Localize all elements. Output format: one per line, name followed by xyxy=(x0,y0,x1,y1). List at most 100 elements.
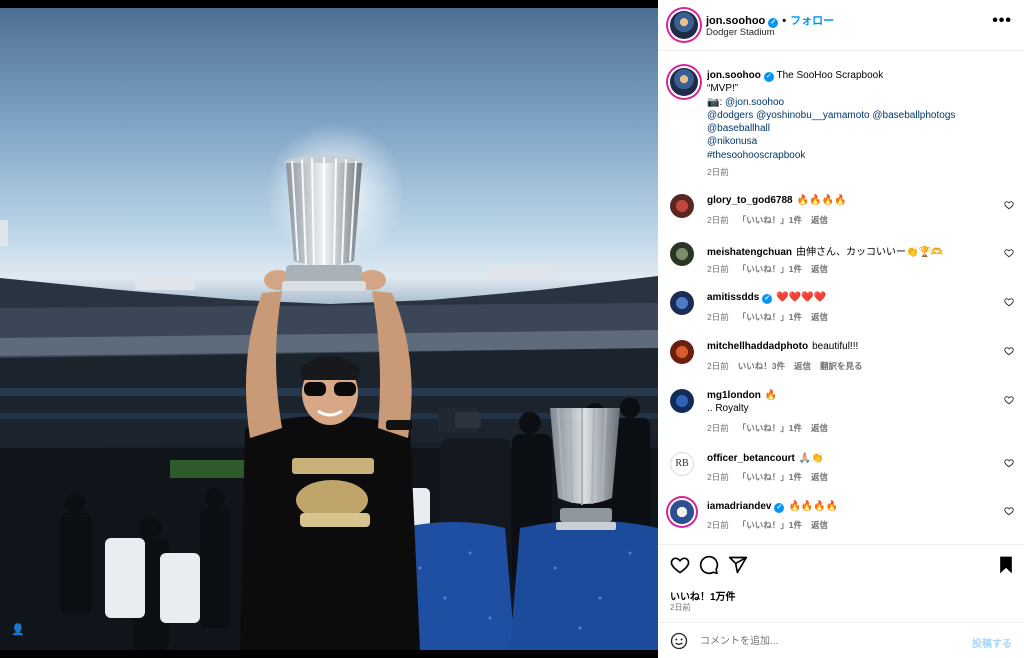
translate-button[interactable]: 翻訳を見る xyxy=(820,361,863,371)
comment-heart-icon[interactable] xyxy=(1004,458,1014,468)
photo-illustration xyxy=(0,123,658,650)
commenter-avatar[interactable] xyxy=(670,340,694,364)
post-side-panel: jon.soohoo ✓ • フォロー Dodger Stadium ••• jon.… xyxy=(658,0,1024,658)
comment-item: meishatengchuan 由伸さん、カッコいいー👏🏆🫶 2日前 「いいね！」1… xyxy=(658,238,1024,283)
caption-username[interactable]: jon.soohoo xyxy=(707,70,761,81)
comment-time[interactable]: 2日前 xyxy=(707,264,729,274)
comment-item: mg1london 🔥 .. Royalty 2日前 「いいね！」1件 返信 xyxy=(658,385,1024,433)
commenter-username[interactable]: mitchellhaddadphoto xyxy=(707,341,808,352)
reply-button[interactable]: 返信 xyxy=(811,472,828,482)
caption-hashtag[interactable]: #thesoohooscrapbook xyxy=(707,149,1007,162)
comment-time[interactable]: 2日前 xyxy=(707,472,729,482)
comment-text-line: meishatengchuan 由伸さん、カッコいいー👏🏆🫶 xyxy=(707,243,943,258)
comment-time[interactable]: 2日前 xyxy=(707,520,729,530)
reply-button[interactable]: 返信 xyxy=(794,361,811,371)
post-timestamp[interactable]: 2日前 xyxy=(670,602,690,613)
comment-text: beautiful!!! xyxy=(812,341,859,352)
user-tag-icon[interactable]: 👤 xyxy=(8,620,28,640)
post-actions: いいね！1万件 2日前 xyxy=(658,544,1024,622)
reply-button[interactable]: 返信 xyxy=(811,312,828,322)
comment-text: 🔥 xyxy=(764,390,778,401)
caption-first-line: jon.soohoo ✓ The SooHoo Scrapbook xyxy=(707,69,1007,82)
reply-button[interactable]: 返信 xyxy=(811,520,828,530)
commenter-avatar[interactable] xyxy=(670,291,694,315)
comment-heart-icon[interactable] xyxy=(1004,395,1014,405)
caption-quote: “MVP!” xyxy=(707,83,739,95)
comment-text: 🙏🏼👏 xyxy=(798,453,824,464)
more-horizontal-icon[interactable]: ••• xyxy=(992,12,1012,30)
caption-mentions-1[interactable]: @dodgers @yoshinobu__yamamoto @baseballp… xyxy=(707,109,1007,122)
instagram-post-viewer: 👤 jon.soohoo ✓ • フォロー Dodger Stadium ••• jo… xyxy=(0,0,1024,658)
comment-meta: 2日前 「いいね！」1件 返信 xyxy=(707,471,837,483)
commenter-username[interactable]: officer_betancourt xyxy=(707,453,795,464)
comment-time[interactable]: 2日前 xyxy=(707,361,729,371)
caption-mentions-3[interactable]: @nikonusa xyxy=(707,135,1007,148)
post-location[interactable]: Dodger Stadium xyxy=(706,27,775,38)
verified-badge-icon: ✓ xyxy=(763,72,774,82)
commenter-username[interactable]: mg1london xyxy=(707,390,761,401)
comment-heart-icon[interactable] xyxy=(1004,200,1014,210)
follow-button[interactable]: フォロー xyxy=(790,15,834,27)
commenter-username[interactable]: amitissdds xyxy=(707,292,759,303)
commenter-avatar[interactable] xyxy=(670,389,694,413)
comment-meta: 2日前 「いいね！」1件 返信 xyxy=(707,311,837,323)
post-header: jon.soohoo ✓ • フォロー Dodger Stadium ••• xyxy=(658,0,1024,51)
comment-likes[interactable]: いいね！3件 xyxy=(738,361,785,371)
comment-heart-icon[interactable] xyxy=(1004,248,1014,258)
commenter-username[interactable]: iamadriandev xyxy=(707,501,771,512)
comment-meta: 2日前 「いいね！」1件 返信 xyxy=(707,214,837,226)
comment-likes[interactable]: 「いいね！」1件 xyxy=(738,423,802,433)
share-icon[interactable] xyxy=(728,555,748,575)
comment-text-line: iamadriandev ✓ 🔥🔥🔥🔥 xyxy=(707,501,838,513)
commenter-username[interactable]: glory_to_god6788 xyxy=(707,195,793,206)
commenter-username[interactable]: meishatengchuan xyxy=(707,247,792,258)
caption-avatar[interactable] xyxy=(670,68,698,96)
comment-time[interactable]: 2日前 xyxy=(707,312,729,322)
post-comment-button[interactable]: 投稿する xyxy=(972,635,1012,650)
comment-meta: 2日前 「いいね！」1件 返信 xyxy=(707,263,837,275)
separator-dot: • xyxy=(782,15,787,27)
comment-likes[interactable]: 「いいね！」1件 xyxy=(738,264,802,274)
emoji-icon[interactable] xyxy=(670,632,688,650)
comment-item: iamadriandev ✓ 🔥🔥🔥🔥 2日前 「いいね！」1件 返信 xyxy=(658,496,1024,541)
comment-icon[interactable] xyxy=(699,555,719,575)
commenter-avatar[interactable]: RB xyxy=(670,452,694,476)
comment-time[interactable]: 2日前 xyxy=(707,423,729,433)
comment-likes[interactable]: 「いいね！」1件 xyxy=(738,472,802,482)
post-photo[interactable]: 👤 xyxy=(0,8,658,650)
comment-likes[interactable]: 「いいね！」1件 xyxy=(738,312,802,322)
comment-item: mitchellhaddadphoto beautiful!!! 2日前 いいね！3… xyxy=(658,336,1024,381)
reply-button[interactable]: 返信 xyxy=(811,215,828,225)
comment-likes[interactable]: 「いいね！」1件 xyxy=(738,520,802,530)
comment-heart-icon[interactable] xyxy=(1004,346,1014,356)
comment-text: 🔥🔥🔥🔥 xyxy=(796,195,847,206)
caption-camera-line: 📷: @jon.soohoo xyxy=(707,96,1007,109)
verified-badge-icon: ✓ xyxy=(774,503,785,513)
bookmark-icon[interactable] xyxy=(996,555,1016,575)
verified-badge-icon: ✓ xyxy=(762,294,773,304)
comment-heart-icon[interactable] xyxy=(1004,297,1014,307)
comment-text: 🔥🔥🔥🔥 xyxy=(788,501,839,512)
comment-input[interactable] xyxy=(700,631,950,651)
reply-button[interactable]: 返信 xyxy=(811,423,828,433)
comment-time[interactable]: 2日前 xyxy=(707,215,729,225)
comment-likes[interactable]: 「いいね！」1件 xyxy=(738,215,802,225)
commenter-avatar[interactable] xyxy=(670,194,694,218)
author-line: jon.soohoo ✓ • フォロー xyxy=(706,12,834,28)
caption-timestamp[interactable]: 2日前 xyxy=(707,166,1007,179)
reply-button[interactable]: 返信 xyxy=(811,264,828,274)
caption-mentions-2[interactable]: @baseballhall xyxy=(707,122,1007,135)
comment-text-line-2: .. Royalty xyxy=(707,403,749,414)
camera-credit-link[interactable]: @jon.soohoo xyxy=(725,97,784,108)
author-username[interactable]: jon.soohoo xyxy=(706,15,765,27)
author-avatar[interactable] xyxy=(670,11,698,39)
comment-text: ❤️❤️❤️❤️ xyxy=(776,292,827,303)
heart-icon[interactable] xyxy=(670,555,690,575)
commenter-avatar[interactable] xyxy=(670,242,694,266)
comment-item: glory_to_god6788 🔥🔥🔥🔥 2日前 「いいね！」1件 返信 xyxy=(658,190,1024,235)
comment-heart-icon[interactable] xyxy=(1004,506,1014,516)
comment-text-line: amitissdds ✓ ❤️❤️❤️❤️ xyxy=(707,292,826,304)
commenter-avatar[interactable] xyxy=(670,500,694,524)
likes-count[interactable]: いいね！1万件 xyxy=(670,588,736,603)
add-comment-bar: 投稿する xyxy=(658,622,1024,658)
